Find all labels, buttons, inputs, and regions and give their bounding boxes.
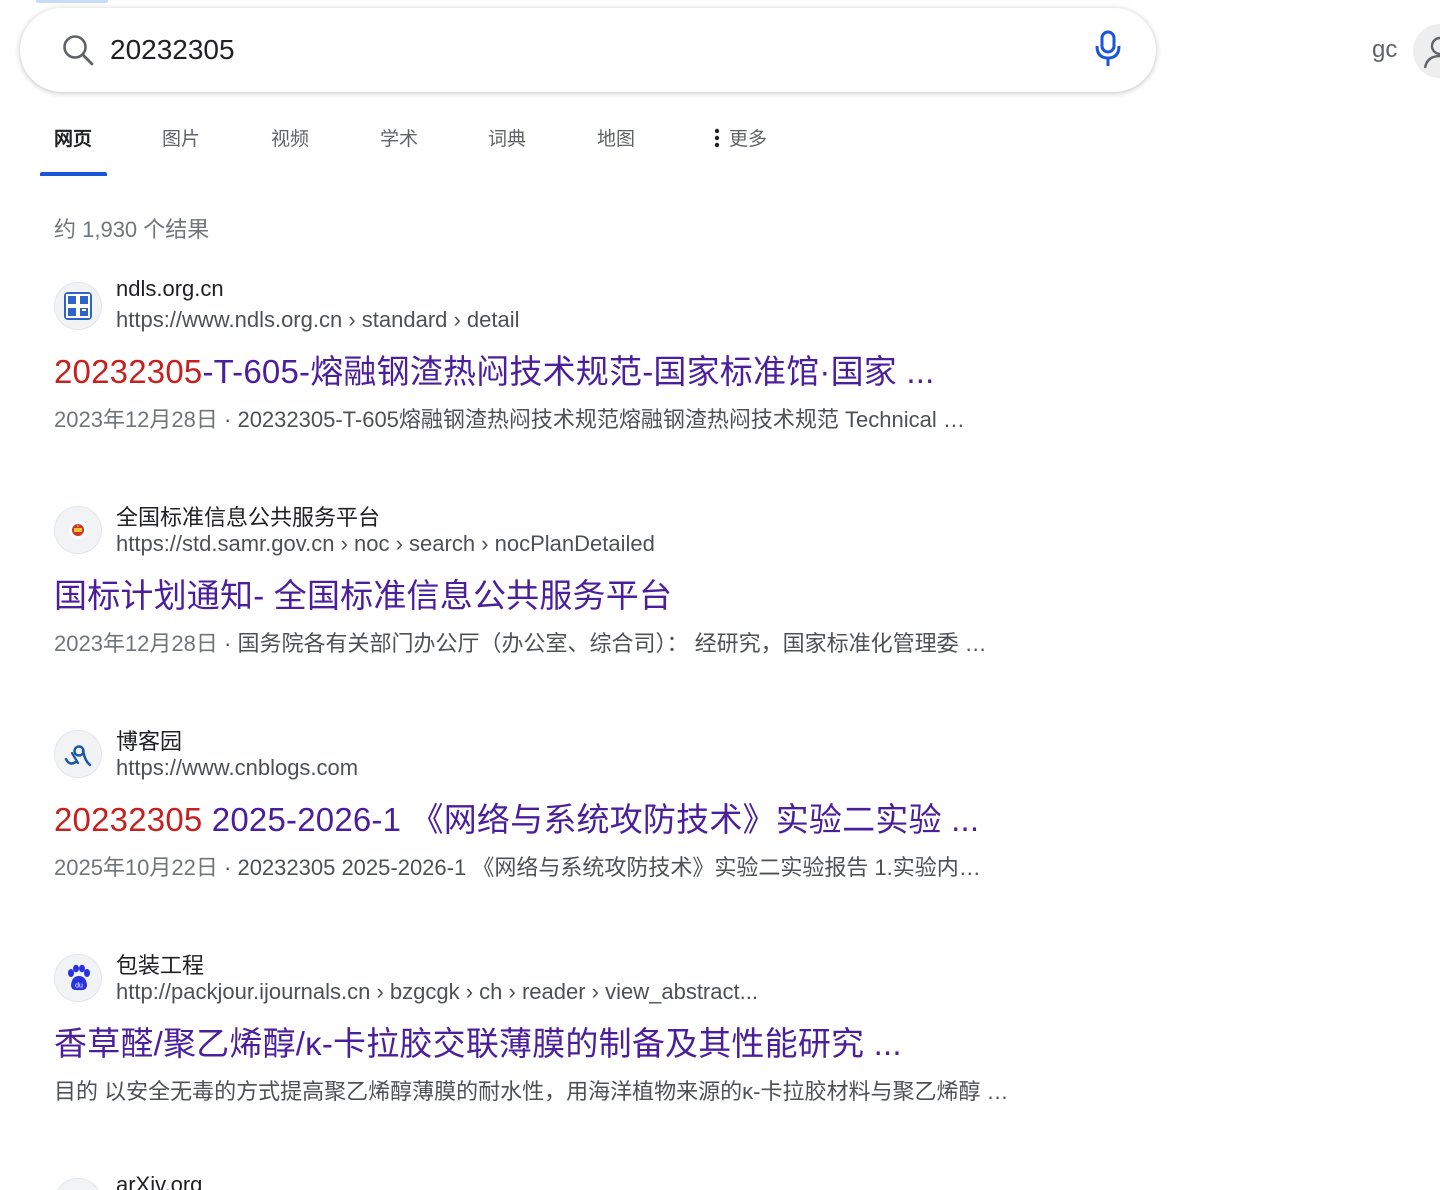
active-tab-indicator xyxy=(40,172,107,176)
result-date: 2025年10月22日 xyxy=(54,855,218,880)
result-count: 约 1,930 个结果 xyxy=(54,217,210,242)
result-title-link[interactable]: 20232305 2025-2026-1 《网络与系统攻防技术》实验二实验 ..… xyxy=(54,798,979,842)
tab-images[interactable]: 图片 xyxy=(162,128,200,168)
tab-maps[interactable]: 地图 xyxy=(597,128,635,168)
result-site-name: 包装工程 xyxy=(116,953,205,978)
tab-web[interactable]: 网页 xyxy=(54,128,92,168)
title-highlight: 20232305 xyxy=(54,801,203,838)
search-result: ndls.org.cn https://www.ndls.org.cn › st… xyxy=(54,276,1154,442)
tab-dictionary[interactable]: 词典 xyxy=(488,128,526,168)
result-url[interactable]: https://std.samr.gov.cn › noc › search ›… xyxy=(116,531,655,557)
result-snippet: 2023年12月28日 · 国务院各有关部门办公厅（办公室、综合司）： 经研究，… xyxy=(54,631,987,656)
baidu-paw-favicon-icon[interactable]: du xyxy=(54,954,102,1002)
baidu-favicon-text: du xyxy=(75,983,83,990)
result-url[interactable]: http://packjour.ijournals.cn › bzgcgk › … xyxy=(116,979,758,1005)
tab-videos[interactable]: 视频 xyxy=(271,128,309,168)
avatar[interactable] xyxy=(1413,24,1440,78)
snippet-text: 国务院各有关部门办公厅（办公室、综合司）： 经研究，国家标准化管理委 … xyxy=(237,631,987,656)
cnblogs-favicon-icon[interactable] xyxy=(54,730,102,778)
search-result: du 包装工程 http://packjour.ijournals.cn › b… xyxy=(54,953,1154,1114)
microphone-icon[interactable] xyxy=(1094,30,1122,68)
national-emblem-favicon-icon[interactable] xyxy=(54,506,102,554)
top-indicator xyxy=(36,0,108,3)
result-site-name: 博客园 xyxy=(116,729,183,754)
title-highlight: 20232305 xyxy=(54,353,203,390)
result-url[interactable]: https://www.cnblogs.com xyxy=(116,755,358,781)
result-url[interactable]: https://www.ndls.org.cn › standard › det… xyxy=(116,307,520,333)
user-initials[interactable]: gc xyxy=(1372,36,1397,64)
title-text: 香草醛/聚乙烯醇/κ-卡拉胶交联薄膜的制备及其性能研究 ... xyxy=(54,1025,902,1062)
search-box[interactable] xyxy=(20,8,1156,92)
title-text: 国标计划通知- 全国标准信息公共服务平台 xyxy=(54,577,673,614)
snippet-text: 目的 以安全无毒的方式提高聚乙烯醇薄膜的耐水性，用海洋植物来源的κ-卡拉胶材料与… xyxy=(54,1079,1009,1104)
search-result: 全国标准信息公共服务平台 https://std.samr.gov.cn › n… xyxy=(54,505,1154,666)
result-date: 2023年12月28日 xyxy=(54,631,218,656)
tab-more[interactable]: 更多 xyxy=(713,128,767,168)
result-title-link[interactable]: 香草醛/聚乙烯醇/κ-卡拉胶交联薄膜的制备及其性能研究 ... xyxy=(54,1022,902,1066)
result-snippet: 2025年10月22日 · 20232305 2025-2026-1 《网络与系… xyxy=(54,855,981,880)
arxiv-favicon-icon[interactable] xyxy=(54,1178,102,1190)
result-date: 2023年12月28日 xyxy=(54,407,218,432)
tab-more-label: 更多 xyxy=(729,129,768,150)
result-snippet: 2023年12月28日 · 20232305-T-605熔融钢渣热闷技术规范熔融… xyxy=(54,407,965,432)
more-vertical-icon xyxy=(714,128,720,148)
person-icon xyxy=(1423,36,1440,69)
result-title-link[interactable]: 20232305-T-605-熔融钢渣热闷技术规范-国家标准馆·国家 ... xyxy=(54,350,934,394)
tab-academic[interactable]: 学术 xyxy=(380,128,418,168)
result-snippet: 目的 以安全无毒的方式提高聚乙烯醇薄膜的耐水性，用海洋植物来源的κ-卡拉胶材料与… xyxy=(54,1074,1009,1106)
result-site-name: 全国标准信息公共服务平台 xyxy=(116,505,381,530)
result-site-name: arXiv.org xyxy=(116,1172,203,1190)
search-results-page: gc 网页 图片 视频 学术 词典 地图 更多 约 1,930 个结果 xyxy=(0,0,1440,1190)
snippet-text: 20232305 2025-2026-1 《网络与系统攻防技术》实验二实验报告 … xyxy=(237,855,981,880)
search-result: arXiv.org xyxy=(54,1172,1154,1190)
search-result: 博客园 https://www.cnblogs.com 20232305 202… xyxy=(54,729,1154,890)
search-icon[interactable] xyxy=(60,32,96,68)
result-site-name: ndls.org.cn xyxy=(116,276,224,301)
title-text: -T-605-熔融钢渣热闷技术规范-国家标准馆·国家 ... xyxy=(202,353,935,390)
title-text: 2025-2026-1 《网络与系统攻防技术》实验二实验 ... xyxy=(202,801,980,838)
snippet-text: 20232305-T-605熔融钢渣热闷技术规范熔融钢渣热闷技术规范 Techn… xyxy=(237,407,965,432)
search-input[interactable] xyxy=(110,30,1050,70)
result-title-link[interactable]: 国标计划通知- 全国标准信息公共服务平台 xyxy=(54,574,672,618)
vertical-tabs: 网页 图片 视频 学术 词典 地图 更多 xyxy=(0,120,900,180)
ndls-favicon-icon[interactable] xyxy=(54,282,102,330)
